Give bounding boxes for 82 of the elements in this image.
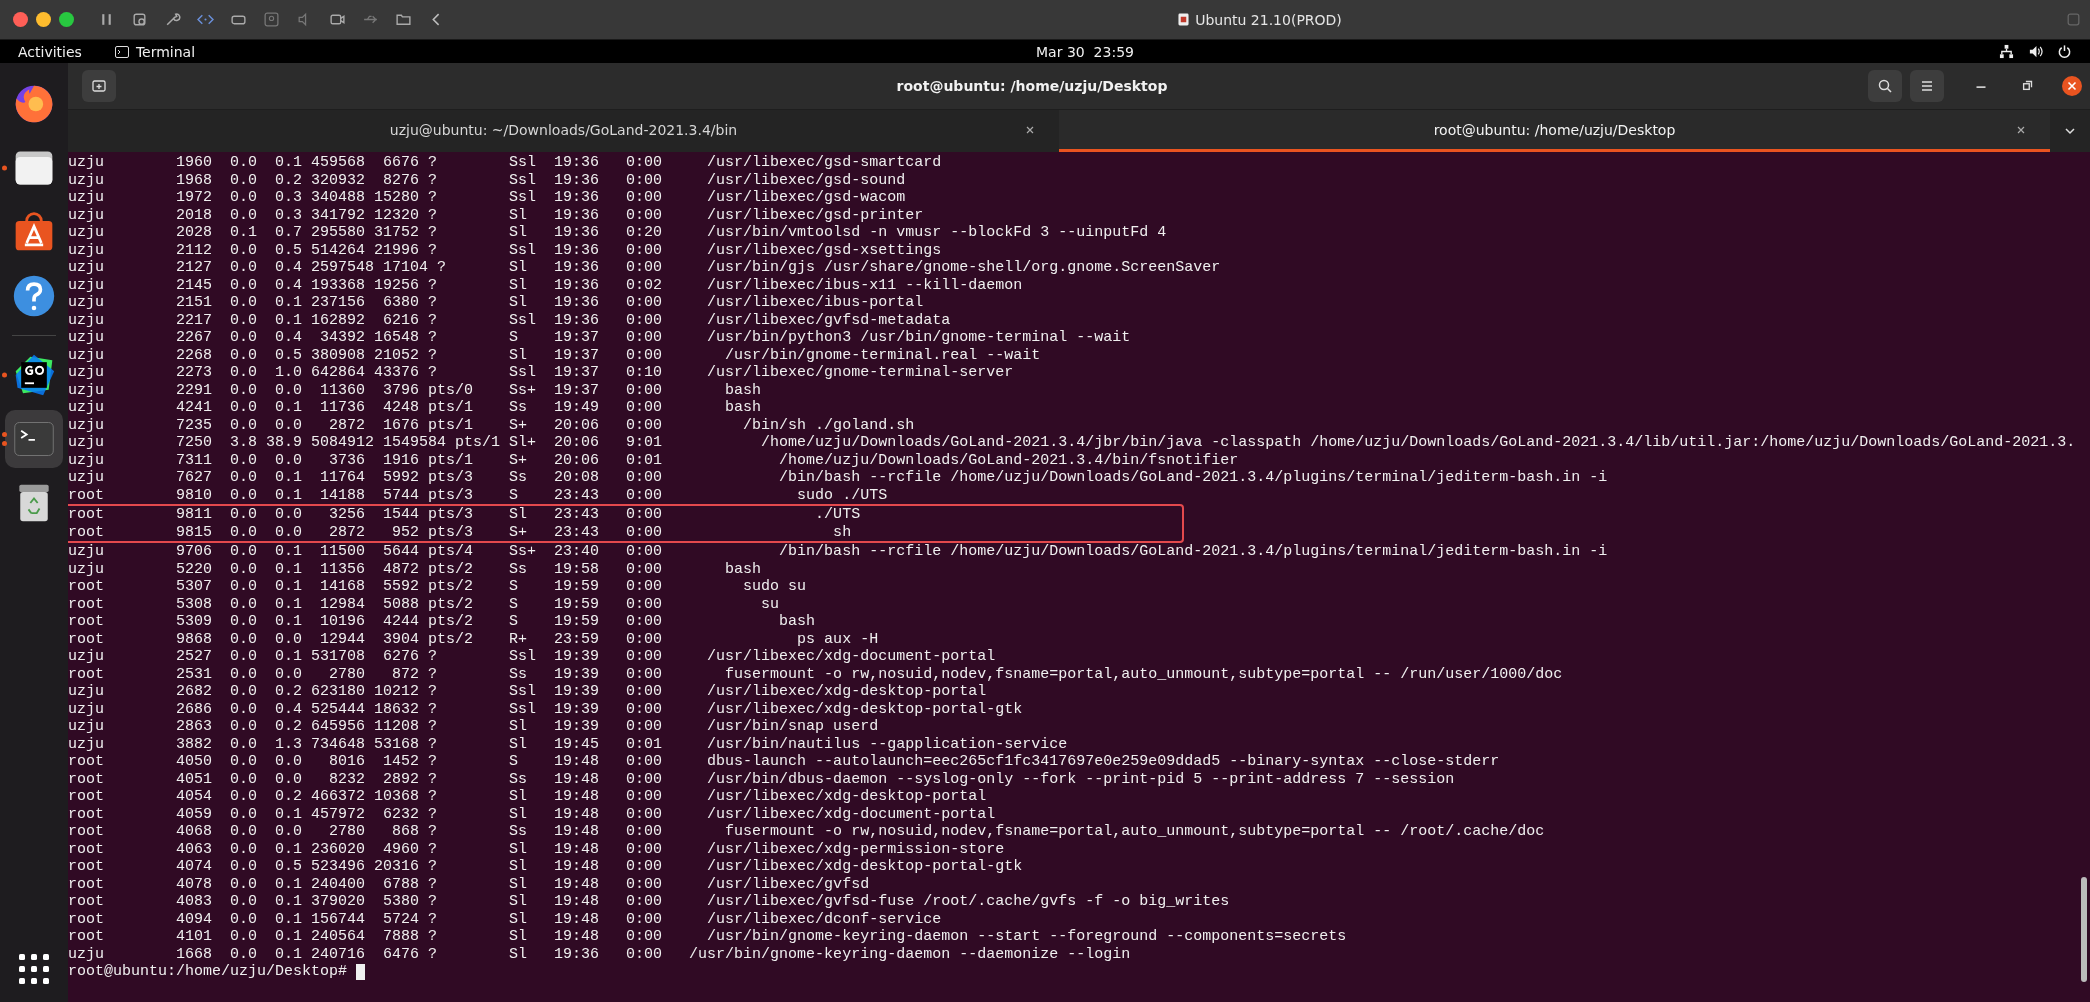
- terminal-line: root 4068 0.0 0.0 2780 868 ? Ss 19:48 0:00 fusermount -o rw,nosuid,nodev,fsname=portal,auto_unmount,subtype=portal -- /root/.cache/doc: [68, 823, 1546, 841]
- snapshot-icon[interactable]: [131, 11, 148, 28]
- window-title: Ubuntu 21.10(PROD): [1195, 11, 1342, 28]
- terminal-line: uzju 2151 0.0 0.1 237156 6380 ? Sl 19:36 0:00 /usr/libexec/ibus-portal: [68, 294, 925, 312]
- terminal-line: uzju 9706 0.0 0.1 11500 5644 pts/4 Ss+ 23:40 0:00 /bin/bash --rcfile /home/uzju/Downloads/GoLand-2021.3.4/plugins/terminal/jediterm-bash.in -i: [68, 543, 1609, 561]
- terminal-line: root 4063 0.0 0.1 236020 4960 ? Sl 19:48 0:00 /usr/libexec/xdg-permission-store: [68, 840, 1006, 858]
- terminal-line: uzju 7250 3.8 38.9 5084912 1549584 pts/1 Sl+ 20:06 9:01 /home/uzju/Downloads/GoLand-2021.3.4/jbr/bin/java -classpath /home/uzju/Downloads/GoLand-2021.3.4/lib/util.jar:/home/uzju/Downloads/GoLand-2021.3.: [68, 434, 2077, 452]
- terminal-line: uzju 2863 0.0 0.2 645956 11208 ? Sl 19:39 0:00 /usr/bin/snap userd: [68, 718, 880, 736]
- activities-button[interactable]: Activities: [18, 43, 82, 60]
- terminal-line: root 5308 0.0 0.1 12984 5088 pts/2 S 19:59 0:00 su: [68, 595, 781, 613]
- terminal-line: uzju 1972 0.0 0.3 340488 15280 ? Ssl 19:36 0:00 /usr/libexec/gsd-wacom: [68, 189, 907, 207]
- terminal-line: uzju 5220 0.0 0.1 11356 4872 pts/2 Ss 19:58 0:00 bash: [68, 560, 763, 578]
- terminal-line: uzju 2291 0.0 0.0 11360 3796 pts/0 Ss+ 19:37 0:00 bash: [68, 381, 763, 399]
- terminal-line: uzju 2527 0.0 0.1 531708 6276 ? Ssl 19:39 0:00 /usr/libexec/xdg-document-portal: [68, 648, 997, 666]
- terminal-line: uzju 2268 0.0 0.5 380908 21052 ? Sl 19:37 0:00 /usr/bin/gnome-terminal.real --wait: [68, 346, 1042, 364]
- close-icon[interactable]: [2062, 76, 2082, 96]
- terminal-line: root 4051 0.0 0.0 8232 2892 ? Ss 19:48 0:00 /usr/bin/dbus-daemon --syslog-only --fork --print-pid 5 --print-address 7 --session: [68, 770, 1456, 788]
- terminal-line: root 4054 0.0 0.2 466372 10368 ? Sl 19:48 0:00 /usr/libexec/xdg-desktop-portal: [68, 788, 988, 806]
- close-light-icon[interactable]: [13, 12, 28, 27]
- terminal-line: uzju 2112 0.0 0.5 514264 21996 ? Ssl 19:36 0:00 /usr/libexec/gsd-xsettings: [68, 241, 943, 259]
- terminal-line: root 4078 0.0 0.1 240400 6788 ? Sl 19:48 0:00 /usr/libexec/gvfsd: [68, 875, 871, 893]
- new-tab-icon: [91, 78, 107, 94]
- terminal-line: root 4050 0.0 0.0 8016 1452 ? S 19:48 0:00 dbus-launch --autolaunch=eec265cf1fc3417697e0e259e09ddad5 --binary-syntax --close-stderr: [68, 753, 1501, 771]
- new-tab-button[interactable]: [82, 70, 116, 102]
- network-icon[interactable]: [1999, 44, 2014, 59]
- menu-button[interactable]: [1910, 70, 1944, 102]
- zoom-light-icon[interactable]: [59, 12, 74, 27]
- clock[interactable]: Mar 30 23:59: [1036, 43, 1134, 60]
- terminal-line: uzju 2267 0.0 0.4 34392 16548 ? S 19:37 0:00 /usr/bin/python3 /usr/bin/gnome-terminal --wait: [68, 329, 1132, 347]
- terminal-line: uzju 1668 0.0 0.1 240716 6476 ? Sl 19:36 0:00 /usr/bin/gnome-keyring-daemon --daemonize --login: [68, 945, 1132, 963]
- terminal-line: root 9811 0.0 0.0 3256 1544 pts/3 Sl 23:43 0:00 ./UTS: [68, 506, 862, 524]
- terminal-line: uzju 2273 0.0 1.0 642864 43376 ? Ssl 19:37 0:10 /usr/libexec/gnome-terminal-server: [68, 364, 1015, 382]
- terminal-line: uzju 2686 0.0 0.4 525444 18632 ? Ssl 19:39 0:00 /usr/libexec/xdg-desktop-portal-gtk: [68, 700, 1024, 718]
- menu-icon: [1919, 78, 1935, 94]
- search-icon: [1877, 78, 1893, 94]
- wrench-icon[interactable]: [164, 11, 181, 28]
- terminal-line: root 4059 0.0 0.1 457972 6232 ? Sl 19:48 0:00 /usr/libexec/xdg-document-portal: [68, 805, 997, 823]
- terminal-line: uzju 1960 0.0 0.1 459568 6676 ? Ssl 19:36 0:00 /usr/libexec/gsd-smartcard: [68, 154, 943, 172]
- terminal-line: uzju 2028 0.1 0.7 295580 31752 ? Sl 19:36 0:20 /usr/bin/vmtoolsd -n vmusr --blockFd 3 --uinputFd 4: [68, 224, 1168, 242]
- running-dot-icon: [2, 432, 7, 437]
- terminal-line: uzju 3882 0.0 1.3 734648 53168 ? Sl 19:45 0:01 /usr/bin/nautilus --gapplication-service: [68, 735, 1069, 753]
- terminal-tab[interactable]: root@ubuntu: /home/uzju/Desktop: [1059, 110, 2050, 152]
- running-dot-icon: [2, 165, 7, 171]
- terminal-line: root 2531 0.0 0.0 2780 872 ? Ss 19:39 0:00 fusermount -o rw,nosuid,nodev,fsname=portal,auto_unmount,subtype=portal -- /run/user/1000/doc: [68, 665, 1564, 683]
- terminal-line: uzju 7311 0.0 0.0 3736 1916 pts/1 S+ 20:06 0:01 /home/uzju/Downloads/GoLand-2021.3.4/bin/fsnotifier: [68, 451, 1240, 469]
- terminal-line: uzju 4241 0.0 0.1 11736 4248 pts/1 Ss 19:49 0:00 bash: [68, 399, 763, 417]
- terminal-line: uzju 2018 0.0 0.3 341792 12320 ? Sl 19:36 0:00 /usr/libexec/gsd-printer: [68, 206, 925, 224]
- vm-icon: [1178, 13, 1190, 26]
- terminal-line: uzju 2682 0.0 0.2 623180 10212 ? Ssl 19:39 0:00 /usr/libexec/xdg-desktop-portal: [68, 683, 988, 701]
- power-icon[interactable]: [2057, 44, 2072, 59]
- terminal-title: root@ubuntu: /home/uzju/Desktop: [895, 78, 1169, 94]
- scrollbar-thumb[interactable]: [2081, 877, 2087, 982]
- close-icon[interactable]: [2016, 125, 2026, 135]
- terminal-tab[interactable]: uzju@ubuntu: ~/Downloads/GoLand-2021.3.4/bin: [68, 110, 1059, 152]
- terminal-line: uzju 2217 0.0 0.1 162892 6216 ? Ssl 19:36 0:00 /usr/libexec/gvfsd-metadata: [68, 311, 952, 329]
- minimize-light-icon[interactable]: [36, 12, 51, 27]
- shell-prompt: root@ubuntu:/home/uzju/Desktop#: [68, 963, 348, 981]
- terminal-line: uzju 7235 0.0 0.0 2872 1676 pts/1 S+ 20:06 0:00 /bin/sh ./goland.sh: [68, 416, 916, 434]
- volume-icon[interactable]: [2028, 44, 2043, 59]
- running-dot-icon: [2, 441, 7, 446]
- terminal-line: root 5309 0.0 0.1 10196 4244 pts/2 S 19:59 0:00 bash: [68, 613, 817, 631]
- terminal-line: uzju 2145 0.0 0.4 193368 19256 ? Sl 19:36 0:02 /usr/libexec/ibus-x11 --kill-daemon: [68, 276, 1024, 294]
- close-icon[interactable]: [1025, 125, 1035, 135]
- terminal-line: uzju 7627 0.0 0.1 11764 5992 pts/3 Ss 20:08 0:00 /bin/bash --rcfile /home/uzju/Downloads/GoLand-2021.3.4/plugins/terminal/jediterm-bash.in -i: [68, 469, 1609, 487]
- running-dot-icon: [2, 372, 7, 378]
- help-icon: [12, 274, 56, 318]
- terminal-line: root 4101 0.0 0.1 240564 7888 ? Sl 19:48 0:00 /usr/bin/gnome-keyring-daemon --start --foreground --components=secrets: [68, 928, 1348, 946]
- app-menu[interactable]: Terminal: [135, 43, 196, 60]
- terminal-line: uzju 1968 0.0 0.2 320932 8276 ? Ssl 19:36 0:00 /usr/libexec/gsd-sound: [68, 171, 907, 189]
- terminal-icon: [114, 45, 129, 58]
- app-grid-icon[interactable]: [19, 954, 49, 984]
- terminal-line: root 9815 0.0 0.0 2872 952 pts/3 S+ 23:43 0:00 sh: [68, 523, 853, 541]
- terminal-line: root 4094 0.0 0.1 156744 5724 ? Sl 19:48 0:00 /usr/libexec/dconf-service: [68, 910, 943, 928]
- terminal-line: uzju 2127 0.0 0.4 2597548 17104 ? Sl 19:36 0:00 /usr/bin/gjs /usr/share/gnome-shell/org.gnome.ScreenSaver: [68, 259, 1222, 277]
- text-cursor: [356, 963, 366, 980]
- terminal-line: root 5307 0.0 0.1 14168 5592 pts/2 S 19:59 0:00 sudo su: [68, 578, 808, 596]
- terminal-line: root 4074 0.0 0.5 523496 20316 ? Sl 19:48 0:00 /usr/libexec/xdg-desktop-portal-gtk: [68, 858, 1024, 876]
- terminal-line: root 4083 0.0 0.1 379020 5380 ? Sl 19:48 0:00 /usr/libexec/gvfsd-fuse /root/.cache/gvfs -f -o big_writes: [68, 893, 1231, 911]
- caret-icon[interactable]: [2064, 125, 2076, 137]
- terminal-line: root 9810 0.0 0.1 14188 5744 pts/3 S 23:43 0:00 sudo ./UTS: [68, 486, 889, 504]
- search-button[interactable]: [1868, 70, 1902, 102]
- terminal-line: root 9868 0.0 0.0 12944 3904 pts/2 R+ 23:59 0:00 ps aux -H: [68, 630, 880, 648]
